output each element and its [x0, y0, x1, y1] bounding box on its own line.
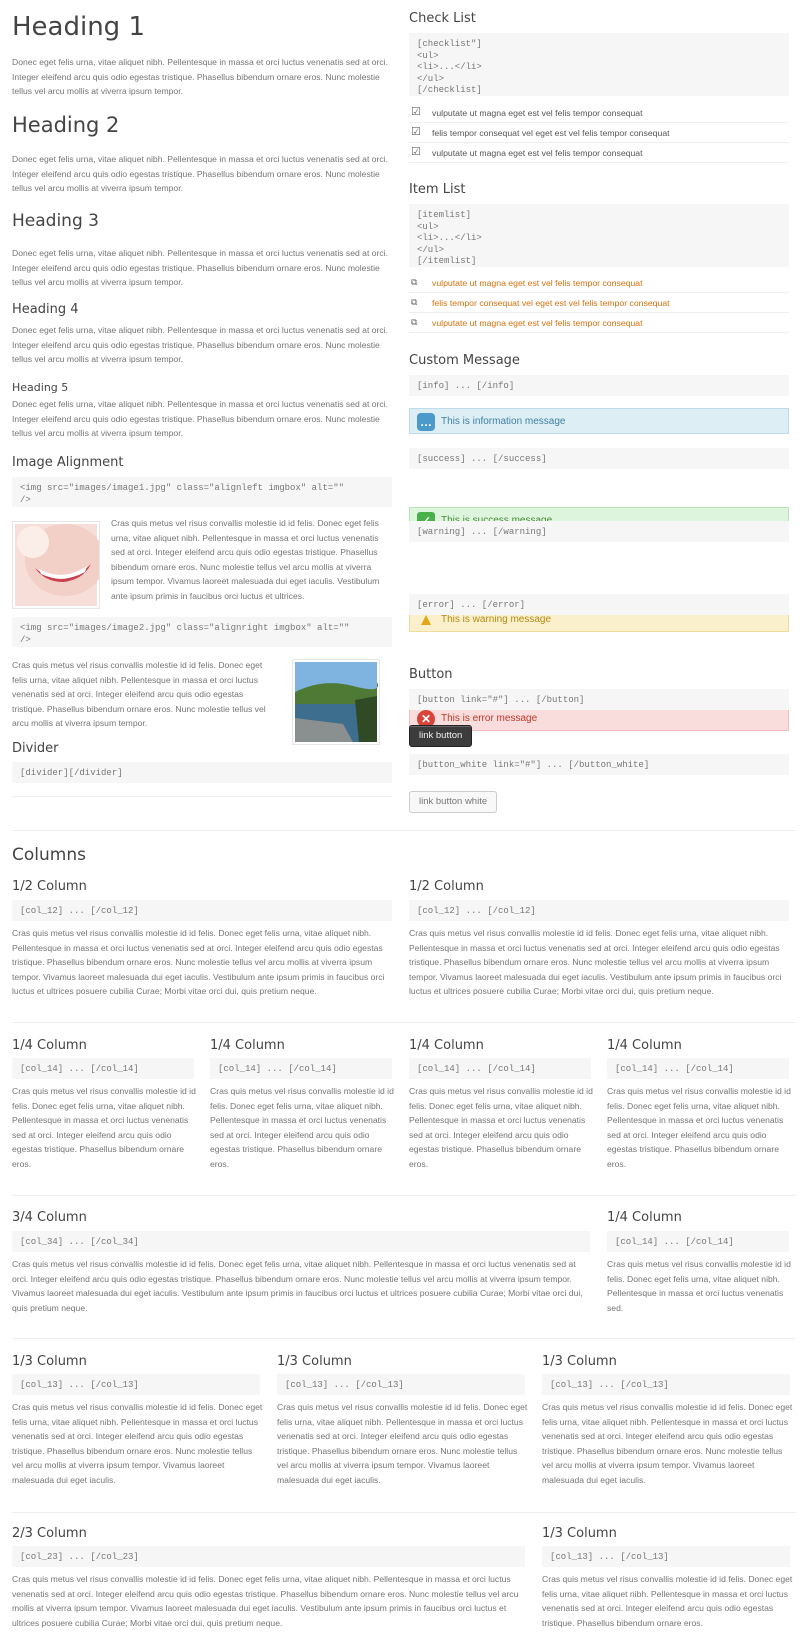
column-title: 1/2 Column — [12, 879, 87, 894]
link-icon: ⧉ — [411, 297, 418, 307]
paragraph: Cras quis metus vel risus convallis mole… — [12, 1086, 196, 1169]
paragraph: Donec eget felis urna, vitae aliquet nib… — [12, 325, 388, 364]
link-icon: ⧉ — [411, 277, 418, 287]
paragraph: Cras quis metus vel risus convallis mole… — [542, 1574, 793, 1628]
heading-3: Heading 3 — [12, 211, 99, 231]
paragraph: Cras quis metus vel risus convallis mole… — [210, 1086, 394, 1169]
paragraph: Cras quis metus vel risus convallis mole… — [409, 928, 782, 996]
paragraph: Cras quis metus vel risus convallis mole… — [12, 1574, 519, 1628]
column-title: 1/4 Column — [409, 1038, 484, 1053]
divider-line — [12, 1195, 796, 1196]
code-block: <img src="images/image2.jpg" class="alig… — [12, 617, 392, 647]
paragraph: Donec eget felis urna, vitae aliquet nib… — [12, 399, 388, 438]
code-block: [col_14] ... [/col_14] — [607, 1231, 789, 1252]
divider-title: Divider — [12, 741, 59, 756]
column-title: 1/4 Column — [607, 1210, 682, 1225]
paragraph: Cras quis metus vel risus convallis mole… — [12, 1402, 263, 1485]
heading-2: Heading 2 — [12, 113, 120, 137]
code-block: [col_14] ... [/col_14] — [12, 1058, 194, 1079]
paragraph: Cras quis metus vel risus convallis mole… — [12, 928, 385, 996]
checklist-title: Check List — [409, 11, 476, 26]
code-block: [divider][/divider] — [12, 762, 392, 783]
divider-line — [12, 830, 796, 831]
code-block: [checklist"] <ul> <li>...</li> </ul> [/c… — [409, 33, 789, 96]
code-block: [col_12] ... [/col_12] — [12, 900, 392, 921]
list-item-link[interactable]: ⧉ vulputate ut magna eget est vel felis t… — [409, 313, 789, 333]
smile-photo-image — [15, 524, 105, 606]
divider-line — [12, 796, 392, 797]
divider-line — [12, 1338, 796, 1339]
itemlist: ⧉ vulputate ut magna eget est vel felis t… — [409, 273, 789, 333]
paragraph: Donec eget felis urna, vitae aliquet nib… — [12, 248, 388, 287]
divider-line — [12, 1022, 796, 1023]
column-title: 1/4 Column — [607, 1038, 682, 1053]
code-block: [col_14] ... [/col_14] — [409, 1058, 591, 1079]
code-block: [warning] ... [/warning] — [409, 521, 789, 542]
list-item: ☑ felis tempor consequat vel eget est vel… — [409, 123, 789, 143]
code-block: [col_13] ... [/col_13] — [542, 1546, 790, 1567]
paragraph: Donec eget felis urna, vitae aliquet nib… — [12, 154, 388, 193]
paragraph: Cras quis metus vel risus convallis mole… — [12, 1259, 583, 1313]
link-button[interactable]: link button — [409, 725, 473, 747]
divider-line — [12, 1512, 796, 1513]
heading-1: Heading 1 — [12, 12, 145, 42]
link-icon: ⧉ — [411, 317, 418, 327]
checkbox-icon: ☑ — [411, 126, 421, 138]
image-left — [12, 521, 105, 609]
checklist: ☑ vulputate ut magna eget est vel felis t… — [409, 103, 789, 163]
code-block: [col_14] ... [/col_14] — [607, 1058, 789, 1079]
code-block: [success] ... [/success] — [409, 448, 789, 469]
column-title: 1/2 Column — [409, 879, 484, 894]
code-block: [col_12] ... [/col_12] — [409, 900, 789, 921]
column-title: 3/4 Column — [12, 1210, 87, 1225]
image-right — [292, 659, 380, 745]
link-button-white[interactable]: link button white — [409, 791, 498, 813]
code-block: [button_white link="#"] ... [/button_whi… — [409, 754, 789, 775]
code-block: [col_23] ... [/col_23] — [12, 1546, 525, 1567]
paragraph: Cras quis metus vel risus convallis mole… — [12, 660, 266, 728]
code-block: [col_13] ... [/col_13] — [542, 1374, 790, 1395]
column-title: 1/3 Column — [12, 1354, 87, 1369]
checkbox-icon: ☑ — [411, 106, 421, 118]
paragraph: Cras quis metus vel risus convallis mole… — [607, 1259, 791, 1313]
info-message: … This is information message — [409, 408, 789, 434]
heading-5: Heading 5 — [12, 381, 69, 394]
code-block: [col_13] ... [/col_13] — [277, 1374, 525, 1395]
column-title: 1/3 Column — [277, 1354, 352, 1369]
code-block: [col_34] ... [/col_34] — [12, 1231, 590, 1252]
code-block: [info] ... [/info] — [409, 375, 789, 396]
info-chat-icon: … — [417, 413, 435, 431]
column-title: 1/4 Column — [12, 1038, 87, 1053]
code-block: [col_14] ... [/col_14] — [210, 1058, 392, 1079]
button-title: Button — [409, 667, 453, 682]
image-alignment-title: Image Alignment — [12, 455, 124, 470]
lake-boat-photo-image — [295, 662, 378, 742]
paragraph: Cras quis metus vel risus convallis mole… — [111, 518, 380, 601]
checkbox-icon: ☑ — [411, 146, 421, 158]
paragraph: Cras quis metus vel risus convallis mole… — [277, 1402, 528, 1485]
code-block: [col_13] ... [/col_13] — [12, 1374, 260, 1395]
itemlist-title: Item List — [409, 182, 466, 197]
column-title: 1/3 Column — [542, 1526, 617, 1541]
heading-4: Heading 4 — [12, 302, 79, 317]
list-item: ☑ vulputate ut magna eget est vel felis t… — [409, 143, 789, 163]
column-title: 1/4 Column — [210, 1038, 285, 1053]
column-title: 2/3 Column — [12, 1526, 87, 1541]
list-item-link[interactable]: ⧉ felis tempor consequat vel eget est vel… — [409, 293, 789, 313]
columns-title: Columns — [12, 845, 86, 865]
code-block: [button link="#"] ... [/button] — [409, 689, 789, 710]
list-item: ☑ vulputate ut magna eget est vel felis t… — [409, 103, 789, 123]
paragraph: Cras quis metus vel risus convallis mole… — [607, 1086, 791, 1169]
list-item-link[interactable]: ⧉ vulputate ut magna eget est vel felis t… — [409, 273, 789, 293]
code-block: <img src="images/image1.jpg" class="alig… — [12, 477, 392, 507]
code-block: [itemlist] <ul> <li>...</li> </ul> [/ite… — [409, 204, 789, 267]
custom-message-title: Custom Message — [409, 353, 520, 368]
code-block: [error] ... [/error] — [409, 594, 789, 615]
paragraph: Donec eget felis urna, vitae aliquet nib… — [12, 57, 388, 96]
paragraph: Cras quis metus vel risus convallis mole… — [542, 1402, 793, 1485]
column-title: 1/3 Column — [542, 1354, 617, 1369]
paragraph: Cras quis metus vel risus convallis mole… — [409, 1086, 593, 1169]
